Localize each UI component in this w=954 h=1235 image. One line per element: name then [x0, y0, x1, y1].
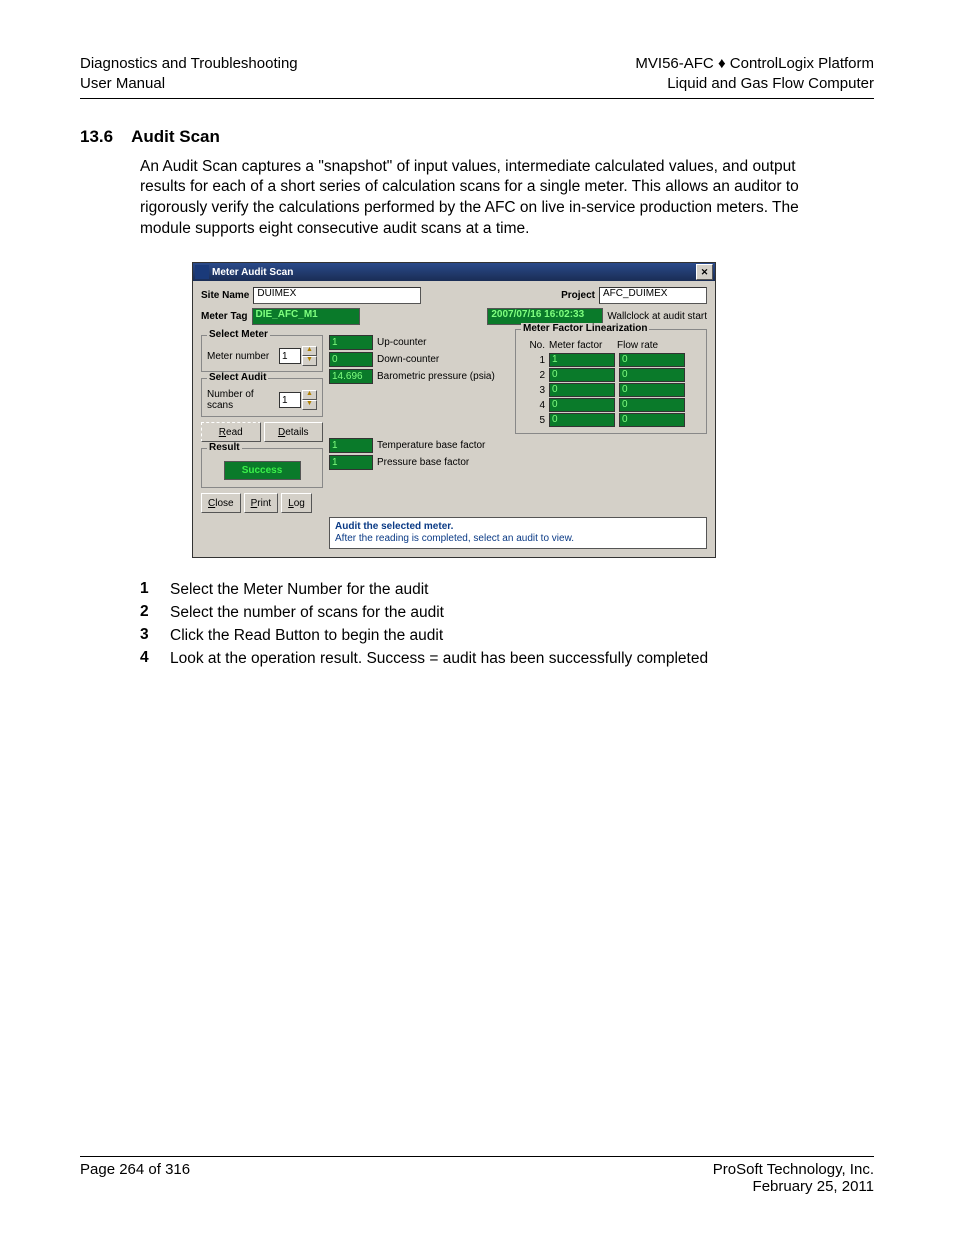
linearization-row: 400	[521, 398, 701, 412]
help-line-2: After the reading is completed, select a…	[335, 533, 701, 545]
select-audit-group: Select Audit Number of scans ▲▼	[201, 378, 323, 417]
step-text: Click the Read Button to begin the audit	[170, 626, 800, 647]
titlebar: Meter Audit Scan ✕	[193, 263, 715, 281]
header-right-2: Liquid and Gas Flow Computer	[635, 74, 874, 94]
read-button[interactable]: RReadead	[201, 422, 261, 442]
linearization-row: 300	[521, 383, 701, 397]
select-meter-group: Select Meter Meter number ▲▼	[201, 335, 323, 372]
close-icon[interactable]: ✕	[696, 264, 713, 280]
num-scans-input[interactable]	[279, 392, 301, 408]
section-heading: 13.6 Audit Scan	[80, 127, 874, 147]
meter-number-stepper[interactable]: ▲▼	[279, 346, 317, 366]
dialog-title: Meter Audit Scan	[212, 267, 696, 278]
step-number: 2	[140, 603, 170, 624]
step-number: 1	[140, 580, 170, 601]
footer-page: Page 264 of 316	[80, 1161, 190, 1195]
num-scans-stepper[interactable]: ▲▼	[279, 390, 317, 410]
linearization-legend: Meter Factor Linearization	[521, 323, 649, 334]
details-button[interactable]: Details	[264, 422, 324, 442]
page-header: Diagnostics and Troubleshooting User Man…	[80, 54, 874, 99]
counter-row: 1Up-counter	[329, 335, 509, 350]
step-text: Look at the operation result. Success = …	[170, 649, 800, 670]
section-number: 13.6	[80, 127, 113, 147]
chevron-down-icon[interactable]: ▼	[302, 400, 317, 410]
header-right-1b: ControlLogix Platform	[730, 55, 874, 72]
linearization-row: 500	[521, 413, 701, 427]
project-label: Project	[561, 290, 595, 301]
steps-list: 1Select the Meter Number for the audit 2…	[140, 580, 874, 670]
meter-tag-label: Meter Tag	[201, 311, 248, 322]
linearization-group: Meter Factor Linearization No. Meter fac…	[515, 329, 707, 434]
chevron-up-icon[interactable]: ▲	[302, 346, 317, 356]
header-right-1a: MVI56-AFC	[635, 55, 713, 72]
help-line-1: Audit the selected meter.	[335, 521, 701, 533]
diamond-icon: ♦	[718, 54, 726, 74]
header-left-1: Diagnostics and Troubleshooting	[80, 54, 298, 74]
page-footer: Page 264 of 316 ProSoft Technology, Inc.…	[80, 1156, 874, 1195]
help-panel: Audit the selected meter. After the read…	[329, 517, 707, 549]
log-button[interactable]: Log	[281, 493, 312, 513]
step-text: Select the number of scans for the audit	[170, 603, 800, 624]
factor-row: 1Pressure base factor	[329, 455, 509, 470]
project-field[interactable]: AFC_DUIMEX	[599, 287, 707, 304]
factor-row: 1Temperature base factor	[329, 438, 509, 453]
select-meter-legend: Select Meter	[207, 329, 270, 340]
linearization-row: 110	[521, 353, 701, 367]
meter-audit-scan-dialog: Meter Audit Scan ✕ Site Name DUIMEX Proj…	[192, 262, 716, 558]
chevron-down-icon[interactable]: ▼	[302, 356, 317, 366]
close-button[interactable]: Close	[201, 493, 241, 513]
num-scans-label: Number of scans	[207, 389, 279, 411]
section-paragraph: An Audit Scan captures a "snapshot" of i…	[140, 157, 840, 241]
result-status: Success	[224, 461, 301, 480]
site-name-field[interactable]: DUIMEX	[253, 287, 421, 304]
meter-tag-field: DIE_AFC_M1	[252, 308, 360, 325]
select-audit-legend: Select Audit	[207, 372, 268, 383]
header-left-2: User Manual	[80, 74, 298, 94]
step-number: 4	[140, 649, 170, 670]
print-button[interactable]: Print	[244, 493, 279, 513]
wallclock-label: Wallclock at audit start	[607, 311, 707, 322]
footer-company: ProSoft Technology, Inc.	[713, 1161, 874, 1178]
chevron-up-icon[interactable]: ▲	[302, 390, 317, 400]
footer-date: February 25, 2011	[713, 1178, 874, 1195]
linearization-header: No. Meter factor Flow rate	[521, 340, 701, 351]
step-text: Select the Meter Number for the audit	[170, 580, 800, 601]
counter-row: 14.696Barometric pressure (psia)	[329, 369, 509, 384]
app-icon	[195, 265, 209, 279]
site-name-label: Site Name	[201, 290, 249, 301]
section-title: Audit Scan	[131, 127, 220, 147]
meter-number-label: Meter number	[207, 351, 269, 362]
linearization-row: 200	[521, 368, 701, 382]
step-number: 3	[140, 626, 170, 647]
counter-row: 0Down-counter	[329, 352, 509, 367]
meter-number-input[interactable]	[279, 348, 301, 364]
result-group: Result Success	[201, 448, 323, 488]
result-legend: Result	[207, 442, 242, 453]
